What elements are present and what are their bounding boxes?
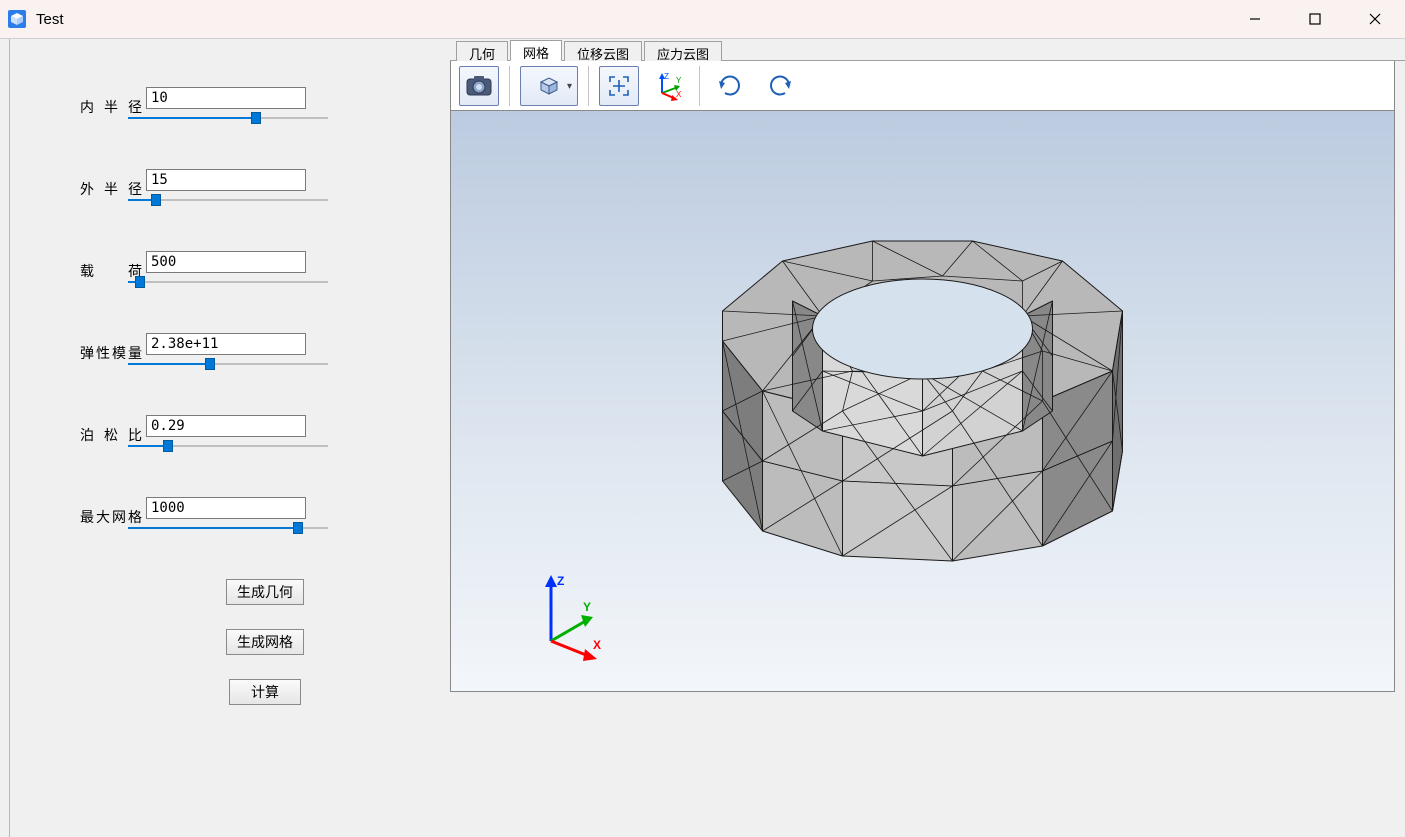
max-mesh-slider[interactable] (128, 517, 328, 537)
fit-view-icon[interactable] (599, 66, 639, 106)
load-slider[interactable] (128, 271, 328, 291)
main-panel: 几何 网格 位移云图 应力云图 (450, 39, 1405, 837)
axis-triad: Z Y X (531, 571, 621, 661)
title-bar: Test (0, 0, 1405, 38)
inner-radius-input[interactable] (146, 87, 306, 109)
svg-text:Z: Z (664, 72, 669, 81)
close-button[interactable] (1345, 0, 1405, 38)
screenshot-icon[interactable] (459, 66, 499, 106)
compute-button[interactable]: 计算 (229, 679, 301, 705)
tab-geometry[interactable]: 几何 (456, 41, 508, 61)
max-mesh-input[interactable] (146, 497, 306, 519)
axes-icon[interactable]: Z Y X (649, 66, 689, 106)
tab-stress[interactable]: 应力云图 (644, 41, 722, 61)
svg-text:X: X (676, 90, 682, 99)
maximize-button[interactable] (1285, 0, 1345, 38)
emodulus-input[interactable] (146, 333, 306, 355)
view-tabs: 几何 网格 位移云图 应力云图 (450, 39, 1405, 61)
parameter-panel: 内半径 外半径 载荷 (10, 39, 450, 837)
left-gutter (0, 39, 10, 837)
app-icon (6, 8, 28, 30)
svg-text:Y: Y (583, 600, 591, 614)
3d-viewport[interactable]: Z Y X (451, 111, 1394, 691)
window-title: Test (36, 11, 64, 28)
poisson-input[interactable] (146, 415, 306, 437)
generate-geometry-button[interactable]: 生成几何 (226, 579, 304, 605)
tab-displacement[interactable]: 位移云图 (564, 41, 642, 61)
minimize-button[interactable] (1225, 0, 1285, 38)
outer-radius-slider[interactable] (128, 189, 328, 209)
load-input[interactable] (146, 251, 306, 273)
svg-text:Z: Z (557, 574, 564, 588)
outer-radius-input[interactable] (146, 169, 306, 191)
cube-view-icon[interactable] (520, 66, 578, 106)
tab-mesh[interactable]: 网格 (510, 40, 562, 61)
generate-mesh-button[interactable]: 生成网格 (226, 629, 304, 655)
rotate-cw-icon[interactable] (710, 66, 750, 106)
viewer-toolbar: Z Y X (451, 61, 1394, 111)
poisson-slider[interactable] (128, 435, 328, 455)
inner-radius-slider[interactable] (128, 107, 328, 127)
emodulus-slider[interactable] (128, 353, 328, 373)
rotate-ccw-icon[interactable] (760, 66, 800, 106)
svg-text:X: X (593, 638, 601, 652)
svg-text:Y: Y (676, 76, 682, 85)
